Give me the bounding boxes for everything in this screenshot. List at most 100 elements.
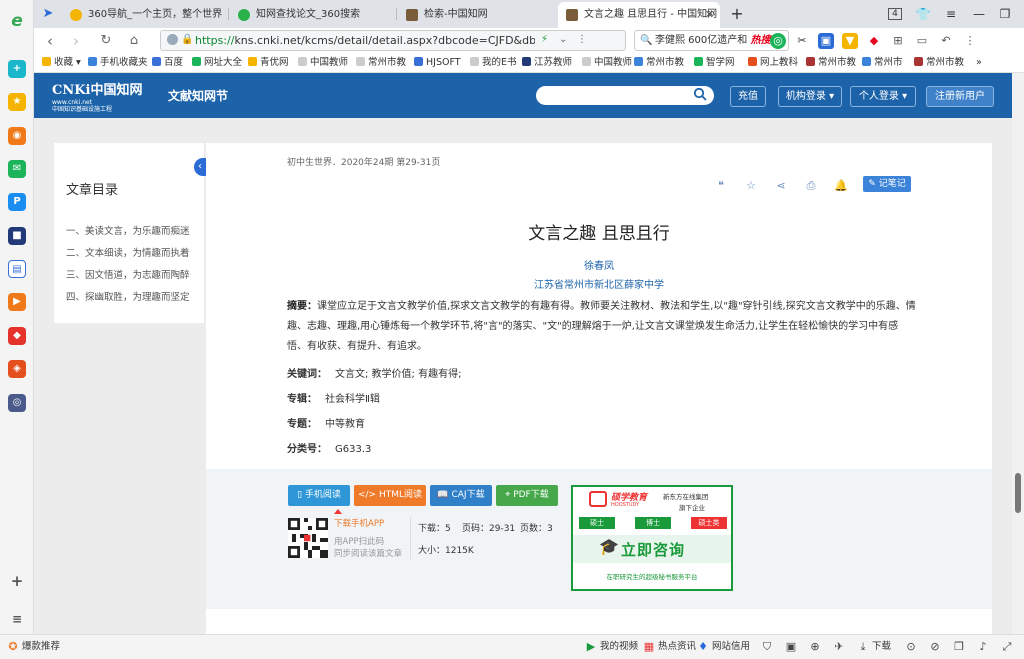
apps-grid-icon[interactable]: ⊞ <box>890 33 906 49</box>
quote-icon[interactable]: ❝ <box>714 179 728 193</box>
register-button[interactable]: 注册新用户 <box>926 86 994 107</box>
hot-news-link[interactable]: 热点资讯 <box>658 635 696 659</box>
plane-icon[interactable]: ✈ <box>832 640 846 654</box>
expand-icon[interactable]: ⤢ <box>1000 640 1014 654</box>
share-icon[interactable]: ⋖ <box>774 179 788 193</box>
personal-login-button[interactable]: 个人登录 ▾ <box>850 86 916 107</box>
favorite-icon[interactable]: ☆ <box>744 179 758 193</box>
ad-banner[interactable]: 硕学教育 HOOSTUDY 新东方在线集团 旗下企业 硕士 博士 硕士类 🎓 立… <box>571 485 733 591</box>
translate-icon[interactable]: ⊕ <box>808 640 822 654</box>
doc-app-icon[interactable]: ▤ <box>8 260 26 278</box>
lightning-icon[interactable]: ⚡ <box>541 34 548 45</box>
site-credit-link[interactable]: 网站信用 <box>712 635 750 659</box>
undo-icon[interactable]: ↶ <box>938 33 954 49</box>
cnki-logo[interactable]: CNKi中国知网 www.cnki.net 中国知识基础设施工程 <box>52 77 156 113</box>
bookmark-item[interactable]: 常州市教 <box>914 53 964 73</box>
print-icon[interactable]: ⎙ <box>804 179 818 193</box>
tab-360-nav[interactable]: 360导航_一个主页，整个世界 <box>62 2 227 28</box>
bookmark-item[interactable]: 百度 <box>152 53 183 73</box>
p-app-icon[interactable]: P <box>8 193 26 211</box>
html-read-button[interactable]: </> HTML阅读 <box>354 485 426 506</box>
image-icon[interactable]: ▣ <box>784 640 798 654</box>
article-source[interactable]: 初中生世界．2020年24期 第29-31页 <box>287 155 440 168</box>
bookmark-item[interactable]: 中国教师 <box>298 53 348 73</box>
game-app-icon[interactable]: ◈ <box>8 360 26 378</box>
bookmark-item[interactable]: 手机收藏夹 <box>88 53 148 73</box>
chevron-down-icon[interactable]: ⌄ <box>559 34 567 45</box>
collapse-toc-button[interactable]: ‹ <box>194 158 206 176</box>
scissors-icon[interactable]: ✂ <box>794 33 810 49</box>
minimize-icon[interactable]: — <box>966 0 992 28</box>
toc-item[interactable]: 一、美读文言，为乐趣而痴迷 <box>66 221 200 243</box>
sound-icon[interactable]: ♪ <box>976 640 990 654</box>
shop-app-icon[interactable]: ◆ <box>8 327 26 345</box>
url-text[interactable]: https://kns.cnki.net/kcms/detail/detail.… <box>195 31 535 50</box>
navigation-icon[interactable]: ➤ <box>38 4 58 24</box>
weibo-icon[interactable]: ◉ <box>8 127 26 145</box>
tab-cnki-search[interactable]: 检索-中国知网 <box>398 2 563 28</box>
pdf-download-button[interactable]: ⌖ PDF下载 <box>496 485 558 506</box>
bookmark-item[interactable]: 智学网 <box>694 53 735 73</box>
menu-icon[interactable]: ≡ <box>938 0 964 28</box>
download-icon[interactable]: ⤓ <box>856 640 870 654</box>
restore-icon[interactable]: ❐ <box>992 0 1018 28</box>
take-notes-button[interactable]: ✎ 记笔记 <box>863 176 911 192</box>
mobile-read-button[interactable]: ▯ 手机阅读 <box>288 485 350 506</box>
recharge-button[interactable]: 充值 <box>730 86 766 107</box>
close-tab-icon[interactable]: ✕ <box>705 2 714 28</box>
org-login-button[interactable]: 机构登录 ▾ <box>778 86 842 107</box>
game2-app-icon[interactable]: ◎ <box>8 394 26 412</box>
article-institution[interactable]: 江苏省常州市新北区薛家中学 <box>206 276 992 291</box>
news-app-icon[interactable]: ■ <box>8 227 26 245</box>
hot-recommend-link[interactable]: 爆款推荐 <box>22 635 60 659</box>
star-app-icon[interactable]: ★ <box>8 93 26 111</box>
video-app-icon[interactable]: ▶ <box>8 293 26 311</box>
site-info-icon[interactable] <box>167 34 178 45</box>
ext-green-icon[interactable]: ◎ <box>770 33 786 49</box>
bookmark-item[interactable]: HJSOFT <box>414 53 461 73</box>
more-menu-icon[interactable]: ⋮ <box>962 33 978 49</box>
close-window-icon[interactable]: ✕ <box>1020 0 1024 28</box>
bookmark-item[interactable]: 中国教师 <box>582 53 632 73</box>
tab-360-search[interactable]: 知网查找论文_360搜索 <box>230 2 395 28</box>
bookmark-item[interactable]: 常州市教 <box>356 53 406 73</box>
bell-icon[interactable]: 🔔 <box>834 179 848 193</box>
keywords-value[interactable]: 文言文; 教学价值; 有趣有得; <box>335 369 461 380</box>
my-video-link[interactable]: 我的视频 <box>600 635 638 659</box>
more-icon[interactable]: ⋮ <box>577 34 587 45</box>
ext-blue-icon[interactable]: ▣ <box>818 33 834 49</box>
tab-article[interactable]: 文言之趣 且思且行 - 中国知网 ✕ <box>558 2 720 28</box>
bookmark-item[interactable]: 常州市教 <box>806 53 856 73</box>
shield-icon[interactable]: ⛉ <box>760 640 774 654</box>
zoom-icon[interactable]: ⊘ <box>928 640 942 654</box>
caj-download-button[interactable]: 📖 CAJ下载 <box>430 485 492 506</box>
bookmark-item[interactable]: 常州市 <box>862 53 903 73</box>
toc-item[interactable]: 三、因文悟道，为志趣而陶醉 <box>66 265 200 287</box>
shirt-icon[interactable]: 👕 <box>910 0 936 28</box>
new-tab-button[interactable]: + <box>724 0 750 28</box>
bookmark-item[interactable]: 江苏教师 <box>522 53 572 73</box>
search-input[interactable]: 🔍 李健熙 600亿遗产和 热搜 <box>634 30 789 51</box>
back-icon[interactable]: ‹ <box>40 31 60 51</box>
mail-icon[interactable]: ✉ <box>8 160 26 178</box>
bookmark-item[interactable]: 我的E书 <box>470 53 517 73</box>
download-link[interactable]: 下载 <box>872 635 891 659</box>
article-author[interactable]: 徐春凤 <box>206 257 992 272</box>
page-scrollbar[interactable] <box>1012 73 1024 634</box>
bookmark-item[interactable]: 网上教科 <box>748 53 798 73</box>
bookmark-item[interactable]: 网址大全 <box>192 53 242 73</box>
site-search-input[interactable] <box>536 86 714 105</box>
toc-item[interactable]: 二、文本细读，为情趣而执着 <box>66 243 200 265</box>
bookmarks-more-button[interactable]: » <box>976 53 982 73</box>
tab-count-badge[interactable]: 4 <box>882 0 908 28</box>
bookmark-item[interactable]: 常州市教 <box>634 53 684 73</box>
search-icon[interactable] <box>693 87 707 101</box>
plus-app-icon[interactable]: + <box>8 60 26 78</box>
browser-logo-icon[interactable]: e <box>8 12 26 30</box>
game-icon[interactable]: ⊙ <box>904 640 918 654</box>
add-icon[interactable]: + <box>8 572 26 590</box>
shield-icon[interactable]: ▼ <box>842 33 858 49</box>
address-bar[interactable]: 🔒 https://kns.cnki.net/kcms/detail/detai… <box>160 30 626 51</box>
gamepad-icon[interactable]: ◆ <box>866 33 882 49</box>
toc-item[interactable]: 四、探幽取胜，为理趣而坚定 <box>66 287 200 309</box>
